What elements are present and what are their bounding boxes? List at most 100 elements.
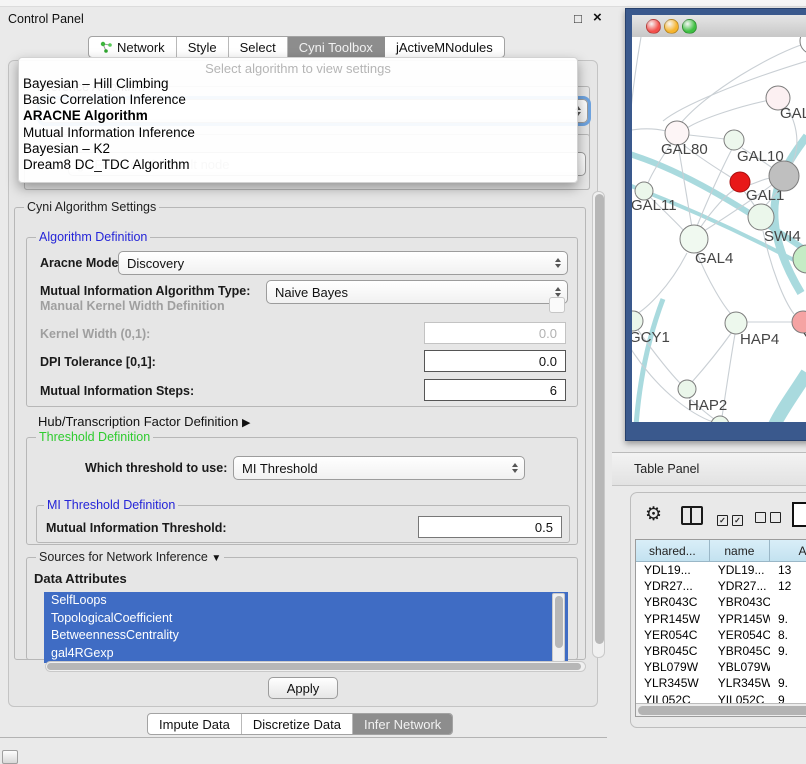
algorithm-list-item[interactable]: Dream8 DC_TDC Algorithm xyxy=(19,157,577,173)
tab-impute-data[interactable]: Impute Data xyxy=(148,714,242,734)
table-column-header[interactable]: A xyxy=(770,540,806,562)
network-node[interactable] xyxy=(680,225,708,253)
table-cell: YIL052C xyxy=(636,692,710,704)
network-canvas[interactable]: GALGAL80GAL10GAL1SWI4GAL4GAL11GCY1HAP4YH… xyxy=(632,37,806,422)
table-column-header[interactable]: name xyxy=(710,540,770,562)
control-panel-tabbar: Network Style Select Cyni Toolbox jActiv… xyxy=(88,36,505,58)
float-window-icon[interactable]: □ xyxy=(574,11,582,26)
tab-select[interactable]: Select xyxy=(229,37,288,57)
algorithm-list-item[interactable]: Bayesian – K2 xyxy=(19,141,577,157)
data-attributes-list[interactable]: SelfLoopsTopologicalCoefficientBetweenne… xyxy=(44,592,568,663)
network-view-window[interactable]: GALGAL80GAL10GAL1SWI4GAL4GAL11GCY1HAP4YH… xyxy=(625,8,806,441)
table-row[interactable]: YER054CYER054C8. xyxy=(636,627,806,643)
table-hscrollbar[interactable] xyxy=(636,703,806,716)
gear-icon[interactable]: ⚙ xyxy=(645,503,662,526)
table-hscrollbar-thumb[interactable] xyxy=(638,706,806,715)
attribute-item[interactable]: gal4RGexp xyxy=(44,645,568,663)
settings-vscrollbar[interactable] xyxy=(592,191,605,658)
network-node[interactable] xyxy=(800,37,806,54)
table-cell: YBL079W xyxy=(710,659,770,675)
close-icon[interactable]: × xyxy=(593,9,602,26)
hub-definition-label: Hub/Transcription Factor Definition xyxy=(38,414,238,429)
network-icon xyxy=(100,41,113,54)
attributes-scrollbar-thumb[interactable] xyxy=(555,596,563,648)
table-row[interactable]: YIL052CYIL052C9 xyxy=(636,692,806,704)
algorithm-list-item[interactable]: Bayesian – Hill Climbing xyxy=(19,76,577,92)
table-row[interactable]: YPR145WYPR145W9. xyxy=(636,611,806,627)
table-row[interactable]: YBR045CYBR045C9. xyxy=(636,643,806,659)
table-row[interactable]: YLR345WYLR345W9. xyxy=(636,675,806,691)
columns-icon[interactable] xyxy=(681,506,703,525)
table-panel: ⚙ ✓✓ shared...nameA YDL19...YDL19...13YD… xyxy=(630,492,806,728)
tab-discretize-data-label: Discretize Data xyxy=(253,717,341,732)
table-row[interactable]: YBR043CYBR043C xyxy=(636,594,806,610)
mi-steps-label: Mutual Information Steps: xyxy=(40,384,194,398)
unchecked-boxes-icon[interactable] xyxy=(755,510,785,528)
network-edge[interactable] xyxy=(689,135,725,139)
kernel-width-field[interactable]: 0.0 xyxy=(424,322,566,344)
apply-button[interactable]: Apply xyxy=(268,677,338,699)
table-cell: YIL052C xyxy=(710,692,770,704)
algorithm-list-item[interactable]: ARACNE Algorithm xyxy=(19,108,577,124)
page-icon[interactable] xyxy=(792,502,806,527)
sources-group-title[interactable]: Sources for Network Inference ▼ xyxy=(36,550,224,564)
network-edge[interactable] xyxy=(632,129,666,131)
network-edge[interactable] xyxy=(632,37,641,312)
manual-kernel-checkbox[interactable] xyxy=(549,297,565,313)
tab-network[interactable]: Network xyxy=(89,37,177,57)
network-node-label: GCY1 xyxy=(632,329,670,346)
mi-type-combo[interactable]: Naive Bayes xyxy=(266,280,568,304)
hub-definition-expander[interactable]: Hub/Transcription Factor Definition ▶ xyxy=(38,414,250,429)
tab-style[interactable]: Style xyxy=(177,37,229,57)
network-edge[interactable] xyxy=(692,332,732,382)
dpi-tolerance-field[interactable]: 0.0 xyxy=(424,350,566,372)
which-threshold-combo[interactable]: MI Threshold xyxy=(233,456,525,480)
attributes-scrollbar[interactable] xyxy=(552,593,565,662)
table-column-header[interactable]: shared... xyxy=(636,540,710,562)
network-node[interactable] xyxy=(678,380,696,398)
tab-discretize-data[interactable]: Discretize Data xyxy=(242,714,353,734)
network-node[interactable] xyxy=(711,416,729,422)
network-edge[interactable] xyxy=(774,373,806,422)
expander-down-icon[interactable]: ▼ xyxy=(211,553,221,564)
network-node[interactable] xyxy=(632,311,643,331)
minimize-traffic-light-icon[interactable] xyxy=(664,19,679,34)
close-traffic-light-icon[interactable] xyxy=(646,19,661,34)
tab-cyni-toolbox-label: Cyni Toolbox xyxy=(299,40,373,55)
zoom-traffic-light-icon[interactable] xyxy=(682,19,697,34)
tab-infer-network-label: Infer Network xyxy=(364,717,441,732)
network-node[interactable] xyxy=(793,245,806,273)
checked-boxes-icon[interactable]: ✓✓ xyxy=(717,510,747,528)
network-node[interactable] xyxy=(724,130,744,150)
table-panel-title: Table Panel xyxy=(634,462,699,476)
network-window-titlebar[interactable] xyxy=(632,15,806,38)
which-threshold-value: MI Threshold xyxy=(242,461,318,476)
mi-steps-field[interactable]: 6 xyxy=(424,379,566,401)
attribute-item[interactable]: SelfLoops xyxy=(44,592,568,610)
tab-infer-network[interactable]: Infer Network xyxy=(353,714,452,734)
network-edge[interactable] xyxy=(687,98,780,128)
settings-hscrollbar[interactable] xyxy=(45,661,586,672)
combo-stepper-icon xyxy=(555,287,561,297)
network-edge[interactable] xyxy=(749,178,770,185)
tab-jactivemnodules-label: jActiveMNodules xyxy=(396,40,493,55)
tab-cyni-toolbox[interactable]: Cyni Toolbox xyxy=(288,37,385,57)
table-row[interactable]: YDR27...YDR27...12 xyxy=(636,578,806,594)
table-row[interactable]: YDL19...YDL19...13 xyxy=(636,562,806,578)
table-cell: YPR145W xyxy=(636,611,710,627)
mi-type-label: Mutual Information Algorithm Type: xyxy=(40,284,250,298)
aracne-mode-combo[interactable]: Discovery xyxy=(118,251,568,275)
tab-jactivemnodules[interactable]: jActiveMNodules xyxy=(385,37,504,57)
network-node[interactable] xyxy=(769,161,799,191)
algorithm-list-item[interactable]: Mutual Information Inference xyxy=(19,125,577,141)
network-node-label: GAL xyxy=(780,105,806,122)
attribute-item[interactable]: BetweennessCentrality xyxy=(44,627,568,645)
expander-right-icon[interactable]: ▶ xyxy=(242,416,250,429)
attribute-item[interactable]: TopologicalCoefficient xyxy=(44,610,568,628)
mi-threshold-field[interactable]: 0.5 xyxy=(418,516,562,538)
algorithm-list-item[interactable]: Basic Correlation Inference xyxy=(19,92,577,108)
table-row[interactable]: YBL079WYBL079W xyxy=(636,659,806,675)
network-node[interactable] xyxy=(748,204,774,230)
settings-hscrollbar-thumb[interactable] xyxy=(47,663,581,670)
settings-vscrollbar-thumb[interactable] xyxy=(595,194,604,644)
